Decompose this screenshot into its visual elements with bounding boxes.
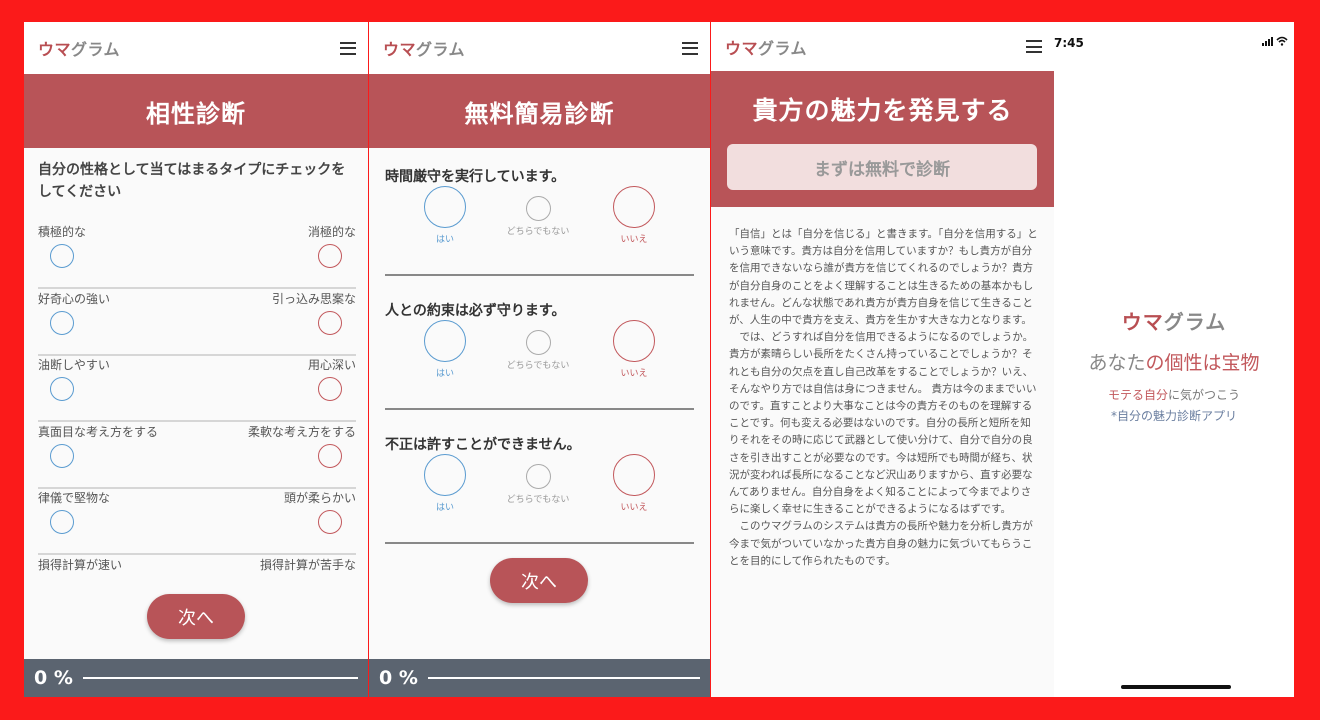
yes-option[interactable] xyxy=(424,454,466,496)
trait-left-radio[interactable] xyxy=(50,311,74,335)
app-bar: ウマグラム xyxy=(24,22,368,74)
splash-screen: 7:45 ウマグラム あなたの個性は宝物 モテる自分に気がつこう *自分の魅力診… xyxy=(1054,22,1294,697)
article-paragraph: このウマグラムのシステムは貴方の長所や魅力を分析し貴方が今まで気がついていなかっ… xyxy=(729,520,1033,567)
trait-pair: 好奇心の強い 引っ込み思案な xyxy=(38,290,356,356)
discover-screen: ウマグラム 貴方の魅力を発見する まずは無料で診断 「自信」とは「自分を信じる」… xyxy=(711,22,1054,697)
yes-label: はい xyxy=(435,369,454,379)
next-button[interactable]: 次へ xyxy=(490,558,588,603)
article-paragraph: では、どうすれば自分を信用できるようになるのでしょうか。貴方が素晴らしい長所をた… xyxy=(729,331,1037,516)
home-indicator[interactable] xyxy=(1121,685,1231,689)
app-description: *自分の魅力診断アプリ xyxy=(1110,409,1237,423)
start-free-diagnosis-button[interactable]: まずは無料で診断 xyxy=(727,144,1037,190)
neutral-option[interactable] xyxy=(526,464,551,489)
trait-pair: 積極的な 消極的な xyxy=(38,223,356,289)
trait-right-label: 頭が柔らかい xyxy=(283,491,356,505)
trait-left-label: 積極的な xyxy=(38,225,87,239)
trait-right-radio[interactable] xyxy=(318,377,342,401)
trait-left-label: 損得計算が速い xyxy=(38,558,123,572)
trait-right-label: 用心深い xyxy=(307,358,356,372)
hamburger-menu-icon[interactable] xyxy=(682,41,698,55)
trait-pair: 真面目な考え方をする 柔軟な考え方をする xyxy=(38,423,356,489)
app-logo[interactable]: ウマグラム xyxy=(383,36,465,60)
trait-right-label: 損得計算が苦手な xyxy=(259,558,356,572)
wifi-icon xyxy=(1276,36,1288,46)
trait-right-label: 柔軟な考え方をする xyxy=(247,425,356,439)
trait-pair: 損得計算が速い 損得計算が苦手な xyxy=(38,556,356,573)
no-label: いいえ xyxy=(620,235,648,245)
neutral-label: どちらでもない xyxy=(506,227,570,237)
progress-bar: 0 % xyxy=(24,659,368,697)
subtitle: モテる自分に気がつこう xyxy=(1107,388,1241,402)
app-logo[interactable]: ウマグラム xyxy=(38,36,120,60)
trait-left-radio[interactable] xyxy=(50,444,74,468)
yes-option[interactable] xyxy=(424,186,466,228)
neutral-label: どちらでもない xyxy=(506,495,570,505)
no-label: いいえ xyxy=(620,503,648,513)
article-paragraph: 「自信」とは「自分を信じる」と書きます。「自分を信用する」という意味です。貴方は… xyxy=(729,228,1038,327)
app-bar: ウマグラム xyxy=(369,22,710,74)
instruction-text: 自分の性格として当てはまるタイプにチェックをしてください xyxy=(38,162,346,200)
question-text: 人との約束は必ず守ります。 xyxy=(385,303,566,319)
neutral-option[interactable] xyxy=(526,330,551,355)
trait-left-label: 油断しやすい xyxy=(38,358,110,372)
trait-left-label: 好奇心の強い xyxy=(38,292,111,306)
app-bar: ウマグラム xyxy=(711,22,1054,71)
trait-left-radio[interactable] xyxy=(50,510,74,534)
question-item: 不正は許すことができません。 はい どちらでもない いいえ xyxy=(385,434,694,544)
trait-right-radio[interactable] xyxy=(318,244,342,268)
yes-option[interactable] xyxy=(424,320,466,362)
trait-right-radio[interactable] xyxy=(318,311,342,335)
app-logo[interactable]: ウマグラム xyxy=(725,35,807,59)
question-item: 人との約束は必ず守ります。 はい どちらでもない いいえ xyxy=(385,300,694,410)
signal-icon xyxy=(1262,37,1273,46)
trait-left-radio[interactable] xyxy=(50,244,74,268)
trait-right-label: 引っ込み思案な xyxy=(271,292,356,306)
article-body: 「自信」とは「自分を信じる」と書きます。「自分を信用する」という意味です。貴方は… xyxy=(729,226,1040,570)
hero-section: 貴方の魅力を発見する まずは無料で診断 xyxy=(711,71,1054,207)
trait-pair: 油断しやすい 用心深い xyxy=(38,356,356,422)
hamburger-menu-icon[interactable] xyxy=(340,41,356,55)
trait-pair: 律儀で堅物な 頭が柔らかい xyxy=(38,489,356,555)
status-bar-icons xyxy=(1262,36,1288,46)
progress-track xyxy=(82,677,358,679)
progress-percent: 0 % xyxy=(379,667,418,689)
tagline: あなたの個性は宝物 xyxy=(1088,352,1260,374)
no-option[interactable] xyxy=(613,320,655,362)
trait-right-radio[interactable] xyxy=(318,444,342,468)
compatibility-screen: ウマグラム 相性診断 自分の性格として当てはまるタイプにチェックをしてください … xyxy=(24,22,368,697)
status-bar-time: 7:45 xyxy=(1054,36,1084,50)
next-button[interactable]: 次へ xyxy=(147,594,245,639)
progress-track xyxy=(427,677,700,679)
trait-right-radio[interactable] xyxy=(318,510,342,534)
splash-logo: ウマグラム xyxy=(1121,310,1227,334)
neutral-label: どちらでもない xyxy=(506,361,570,371)
quick-diagnosis-screen: ウマグラム 無料簡易診断 時間厳守を実行しています。 はい どちらでもない いい… xyxy=(369,22,710,697)
yes-label: はい xyxy=(435,503,454,513)
trait-right-label: 消極的な xyxy=(307,225,356,239)
hero-title: 貴方の魅力を発見する xyxy=(752,96,1013,125)
no-option[interactable] xyxy=(613,186,655,228)
trait-left-radio[interactable] xyxy=(50,377,74,401)
yes-label: はい xyxy=(435,235,454,245)
trait-left-label: 真面目な考え方をする xyxy=(38,425,159,439)
trait-left-label: 律儀で堅物な xyxy=(38,491,111,505)
question-text: 時間厳守を実行しています。 xyxy=(385,169,566,185)
page-title: 無料簡易診断 xyxy=(369,74,710,148)
progress-percent: 0 % xyxy=(34,667,73,689)
neutral-option[interactable] xyxy=(526,196,551,221)
question-text: 不正は許すことができません。 xyxy=(385,437,581,453)
hamburger-menu-icon[interactable] xyxy=(1026,40,1042,53)
no-option[interactable] xyxy=(613,454,655,496)
page-title: 相性診断 xyxy=(24,74,368,148)
no-label: いいえ xyxy=(620,369,648,379)
question-item: 時間厳守を実行しています。 はい どちらでもない いいえ xyxy=(385,166,694,276)
progress-bar: 0 % xyxy=(369,659,710,697)
